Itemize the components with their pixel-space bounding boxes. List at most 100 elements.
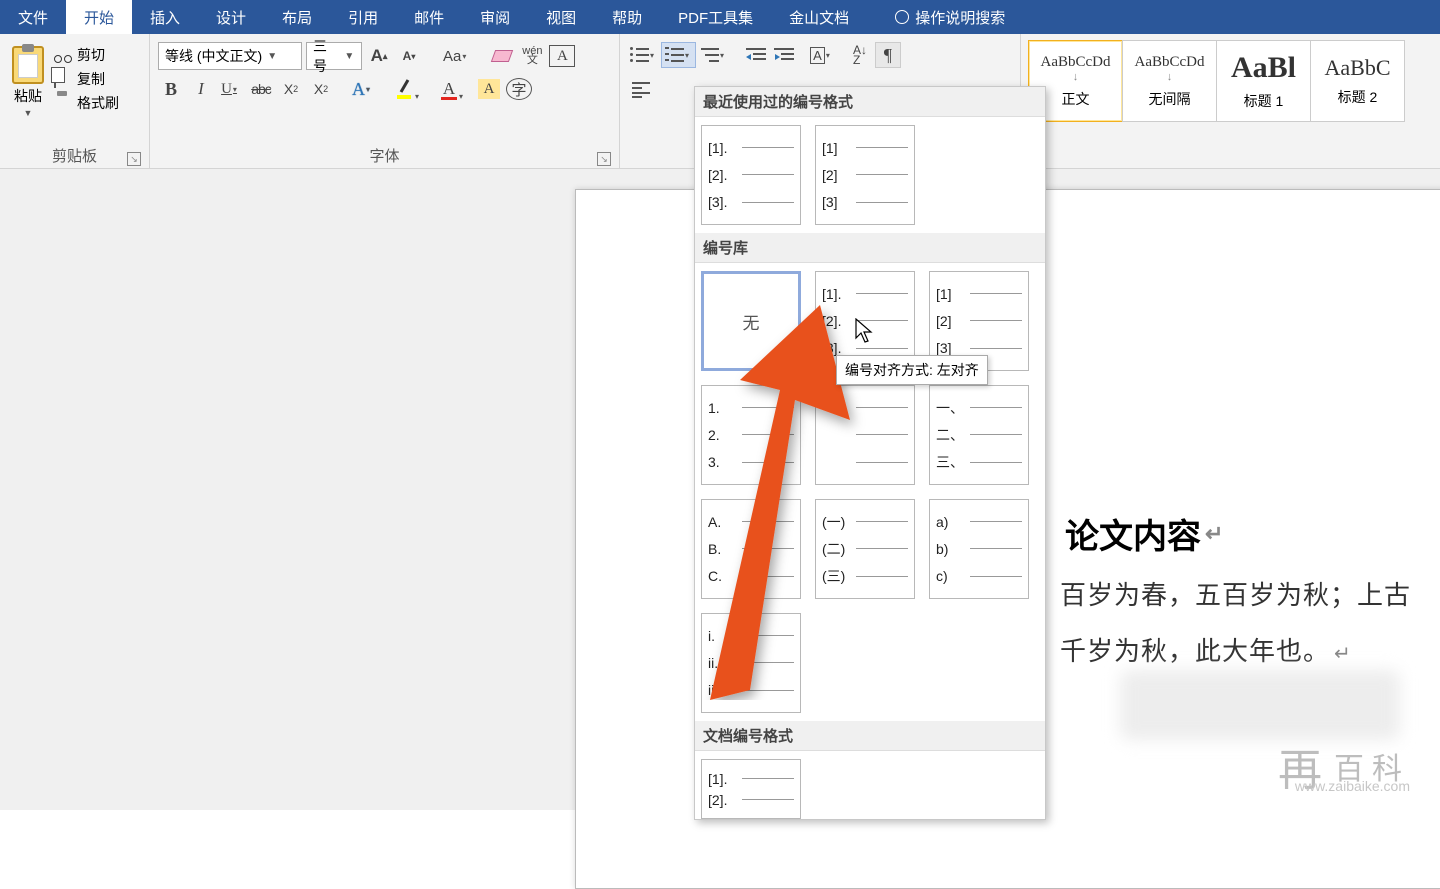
tab-file[interactable]: 文件 [0,0,66,34]
clear-formatting-button[interactable] [489,43,515,69]
watermark: 再 百科 www.zaibaike.com [1278,734,1410,798]
paste-button[interactable]: 粘贴 ▼ [8,44,48,120]
numbering-format-none[interactable]: 无 [701,271,801,371]
font-size-value: 三号 [313,36,340,76]
document-line-1: 百岁为春，五百岁为秋；上古 [1060,575,1411,612]
subscript-button[interactable]: X2 [278,76,304,102]
styles-gallery[interactable]: AaBbCcDd ↓ 正文 AaBbCcDd ↓ 无间隔 AaBl 标题 1 A… [1029,38,1440,122]
tab-insert[interactable]: 插入 [132,0,198,34]
tab-layout[interactable]: 布局 [264,0,330,34]
document-line-2: 千岁为秋，此大年也。↵ [1060,631,1352,668]
library-header: 编号库 [695,233,1045,263]
show-marks-button[interactable]: ¶ [875,42,901,68]
char-border-button[interactable]: A [549,45,575,67]
tab-mailings[interactable]: 邮件 [396,0,462,34]
text-effects-button[interactable]: A▾ [350,76,376,102]
indent-icon [774,47,794,63]
group-font-label: 字体 [369,148,399,165]
numbering-format-upper-alpha[interactable]: A. B. C. [701,499,801,599]
cjk-icon: A [810,47,825,64]
phonetic-guide-button[interactable]: wén文 [519,43,545,69]
tab-home[interactable]: 开始 [66,0,132,34]
paste-label: 粘贴 [14,86,42,106]
underline-button[interactable]: U▾ [218,76,244,102]
group-clipboard-label: 剪贴板 [52,148,97,165]
style-heading2[interactable]: AaBbC 标题 2 [1310,40,1405,122]
increase-indent-button[interactable] [771,42,797,68]
group-styles: AaBbCcDd ↓ 正文 AaBbCcDd ↓ 无间隔 AaBl 标题 1 A… [1020,34,1440,168]
numbering-format-cjk[interactable]: 一、 二、 三、 [929,385,1029,485]
strikethrough-button[interactable]: abc [248,76,274,102]
numbering-format-recent-1[interactable]: [1] [2] [3] [815,125,915,225]
brush-icon [54,95,72,111]
cut-label: 剪切 [77,45,105,65]
style-no-spacing[interactable]: AaBbCcDd ↓ 无间隔 [1122,40,1217,122]
grow-font-button[interactable]: A▴ [366,43,392,69]
return-mark-icon: ↵ [1205,521,1223,547]
numbering-icon [664,46,684,64]
document-heading: 论文内容↵ [1065,509,1223,558]
superscript-button[interactable]: X2 [308,76,334,102]
copy-label: 复制 [77,69,105,89]
sort-button[interactable]: A↓Z [847,42,873,68]
change-case-button[interactable]: Aa▾ [442,43,471,69]
copy-button[interactable]: 复制 [54,69,119,89]
tab-view[interactable]: 视图 [528,0,594,34]
italic-button[interactable]: I [188,76,214,102]
font-name-combo[interactable]: 等线 (中文正文)▼ [158,42,302,70]
tab-pdf-tools[interactable]: PDF工具集 [660,0,771,34]
numbering-format-blank[interactable] [815,385,915,485]
style-name: 标题 2 [1338,87,1378,107]
decrease-indent-button[interactable] [743,42,769,68]
font-name-value: 等线 (中文正文) [165,46,262,66]
numbering-format-decimal[interactable]: 1. 2. 3. [701,385,801,485]
style-preview: AaBbCcDd [1041,54,1111,71]
enclose-char-button[interactable]: 字 [506,78,532,100]
numbering-format-lower-alpha-paren[interactable]: a) b) c) [929,499,1029,599]
clipboard-launcher[interactable]: ↘ [127,152,141,166]
numbering-format-roman[interactable]: i. ii. iii. [701,613,801,713]
tab-review[interactable]: 审阅 [462,0,528,34]
shrink-font-button[interactable]: A▾ [396,43,422,69]
watermark-blur [1120,670,1400,740]
cut-button[interactable]: 剪切 [54,45,119,65]
bullets-button[interactable]: ▾ [628,42,659,68]
tab-design[interactable]: 设计 [198,0,264,34]
multilevel-icon [699,46,719,64]
scissors-icon [54,47,72,63]
style-preview: AaBl [1231,51,1296,85]
numbering-dropdown: 最近使用过的编号格式 [1]. [2]. [3]. [1] [2] [3] 编号… [694,86,1046,820]
numbering-format-recent-0[interactable]: [1]. [2]. [3]. [701,125,801,225]
numbering-alignment-tooltip: 编号对齐方式: 左对齐 [836,355,988,385]
font-color-button[interactable]: A▾ [436,76,462,102]
outdent-icon [746,47,766,63]
library-section: 无 [1]. [2]. [3]. [1] [2] [3] 1. 2. 3. 一、… [695,263,1045,721]
lightbulb-icon [895,10,909,24]
style-heading1[interactable]: AaBl 标题 1 [1216,40,1311,122]
tab-references[interactable]: 引用 [330,0,396,34]
group-clipboard: 粘贴 ▼ 剪切 复制 格式刷 剪贴板 ↘ [0,34,150,168]
numbering-format-doc-0[interactable]: [1]. [2]. [701,759,801,819]
numbering-format-cjk-paren[interactable]: (一) (二) (三) [815,499,915,599]
format-painter-button[interactable]: 格式刷 [54,93,119,113]
align-left-button[interactable] [628,76,654,102]
copy-icon [54,71,72,87]
tab-help[interactable]: 帮助 [594,0,660,34]
style-preview: AaBbCcDd [1135,54,1205,71]
tell-me-label: 操作说明搜索 [915,7,1005,28]
sort-icon: A↓Z [853,45,867,65]
font-size-combo[interactable]: 三号▼ [306,42,362,70]
highlight-button[interactable]: ▾ [392,76,420,102]
asian-layout-button[interactable]: A▾ [809,42,835,68]
bold-button[interactable]: B [158,76,184,102]
tell-me-search[interactable]: 操作说明搜索 [877,0,1023,34]
font-launcher[interactable]: ↘ [597,152,611,166]
recent-formats-header: 最近使用过的编号格式 [695,87,1045,117]
menu-bar: 文件 开始 插入 设计 布局 引用 邮件 审阅 视图 帮助 PDF工具集 金山文… [0,0,1440,34]
return-mark-icon: ↵ [1334,643,1352,665]
tab-wps-docs[interactable]: 金山文档 [771,0,867,34]
numbering-button[interactable]: ▾ [661,42,696,68]
multilevel-list-button[interactable]: ▾ [698,42,729,68]
char-shading-button[interactable]: A [476,76,502,102]
style-preview: AaBbC [1325,55,1391,81]
